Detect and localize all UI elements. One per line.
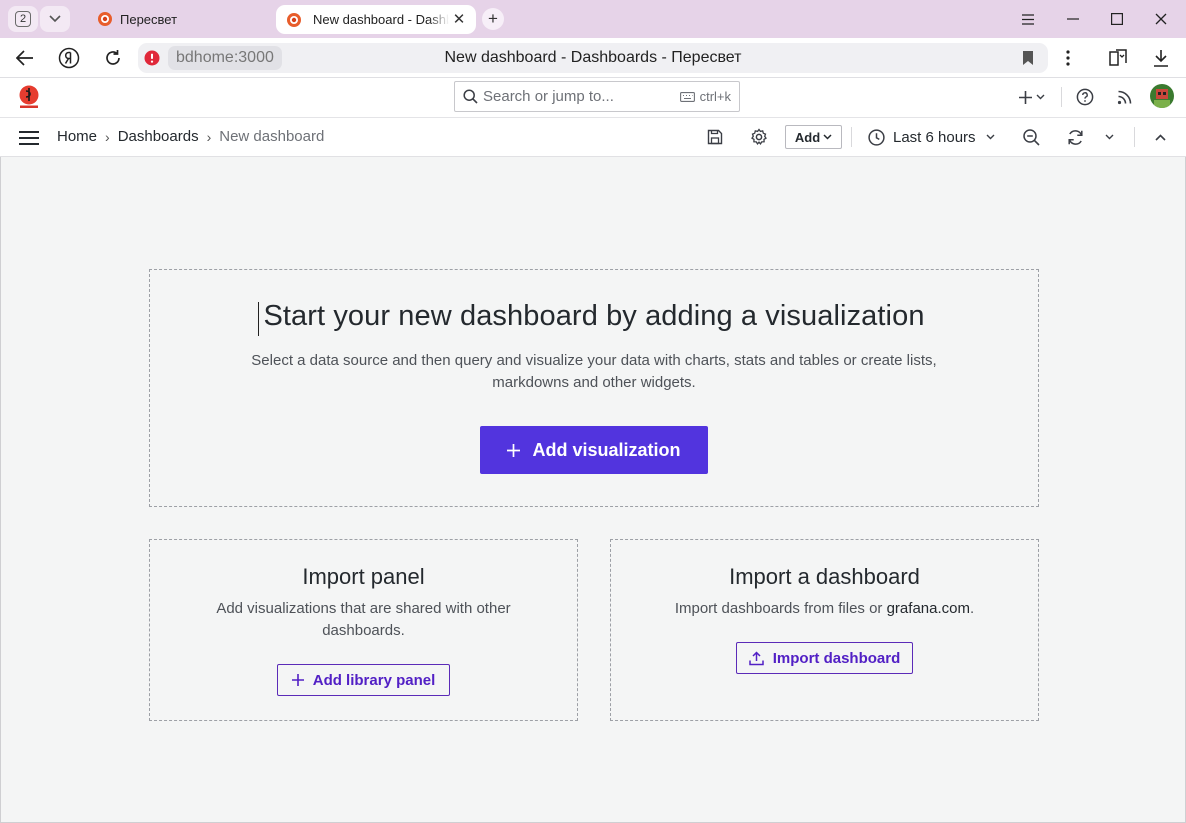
refresh-interval-chevron-icon[interactable] [1099, 127, 1119, 147]
download-icon[interactable] [1149, 46, 1173, 70]
chevron-down-icon [49, 15, 61, 23]
browser-toolbar: bdhome:3000 New dashboard - Dashboards -… [0, 38, 1186, 78]
tab-list-dropdown[interactable] [40, 6, 70, 32]
empty-state-description: Select a data source and then query and … [251, 352, 937, 391]
maximize-icon[interactable] [1106, 8, 1128, 30]
minimize-icon[interactable] [1062, 8, 1084, 30]
avatar[interactable] [1150, 84, 1174, 108]
browser-tab-strip: 2 Пересвет New dashboard - Dashboards - … [0, 0, 1186, 38]
time-range-label: Last 6 hours [893, 128, 976, 146]
more-options-icon[interactable] [1056, 46, 1080, 70]
add-panel-button[interactable]: Add [785, 125, 842, 149]
refresh-icon[interactable] [1065, 127, 1085, 147]
breadcrumb-separator: › [206, 129, 212, 145]
upload-icon [748, 650, 764, 665]
breadcrumb-separator: › [105, 129, 110, 145]
chevron-down-icon [1036, 94, 1045, 100]
browser-menu-icon[interactable] [1017, 8, 1039, 30]
reload-icon[interactable] [101, 46, 125, 70]
import-panel-title: Import panel [302, 564, 425, 589]
window-close-icon[interactable] [1150, 8, 1172, 30]
search-shortcut: ctrl+k [679, 82, 731, 112]
import-dashboard-button[interactable]: Import dashboard [736, 642, 913, 674]
dashboard-toolbar: Home › Dashboards › New dashboard Add La… [0, 118, 1186, 157]
hamburger-menu-icon[interactable] [18, 127, 40, 149]
tab-counter-button[interactable]: 2 [8, 6, 38, 32]
import-panel-description: Add visualizations that are shared with … [216, 600, 511, 639]
plus-icon [1019, 90, 1032, 104]
import-description-suffix: . [969, 600, 975, 617]
collections-icon[interactable] [1106, 46, 1130, 70]
news-feed-icon[interactable] [1115, 86, 1135, 108]
breadcrumb: Home › Dashboards › New dashboard [57, 118, 324, 156]
collapse-chevron-up-icon[interactable] [1150, 127, 1170, 147]
browser-tab-active[interactable]: New dashboard - Dashboards - Пересвет ✕ [276, 5, 476, 34]
grafana-com-link[interactable]: grafana.com [887, 600, 970, 617]
import-dashboard-label: Import dashboard [772, 649, 901, 667]
add-library-panel-label: Add library panel [312, 671, 436, 689]
import-dashboard-description: Import dashboards from files or grafana.… [651, 598, 998, 620]
breadcrumb-home[interactable]: Home [57, 118, 97, 156]
bookmark-icon[interactable] [1022, 50, 1034, 66]
organization-logo-icon[interactable] [17, 85, 41, 109]
search-placeholder: Search or jump to... [483, 88, 614, 105]
zoom-out-icon[interactable] [1021, 127, 1041, 147]
back-arrow-icon[interactable] [13, 46, 37, 70]
breadcrumb-dashboards[interactable]: Dashboards [118, 118, 199, 156]
divider [851, 127, 852, 147]
url-page-title: New dashboard - Dashboards - Пересвет [444, 49, 742, 66]
tab-count: 2 [15, 11, 31, 27]
empty-dashboard-panel: Start your new dashboard by adding a vis… [149, 269, 1039, 507]
empty-state-title: Start your new dashboard by adding a vis… [263, 300, 925, 332]
import-dashboard-card: Import a dashboard Import dashboards fro… [610, 539, 1039, 721]
chevron-down-icon [986, 134, 995, 140]
grafana-logo-icon [287, 12, 301, 27]
tab-title: Пересвет [120, 12, 178, 27]
keyboard-icon [679, 92, 695, 102]
browser-tab[interactable]: Пересвет [78, 5, 272, 34]
yandex-icon[interactable] [57, 46, 81, 70]
time-range-picker[interactable]: Last 6 hours [868, 118, 995, 156]
settings-gear-icon[interactable] [749, 127, 769, 147]
clock-icon [868, 128, 885, 146]
divider [1061, 87, 1062, 107]
search-bar[interactable]: Search or jump to... ctrl+k [454, 81, 740, 112]
add-library-panel-button[interactable]: Add library panel [277, 664, 450, 696]
shortcut-text: ctrl+k [699, 89, 731, 104]
help-icon[interactable] [1075, 86, 1095, 108]
divider [1134, 127, 1135, 147]
address-bar[interactable]: bdhome:3000 New dashboard - Dashboards -… [138, 43, 1048, 73]
chevron-down-icon [823, 134, 832, 140]
add-button-label: Add [794, 129, 821, 145]
grafana-top-nav: Search or jump to... ctrl+k [0, 78, 1186, 118]
plus-icon [291, 674, 304, 686]
breadcrumb-current: New dashboard [219, 128, 325, 145]
dashboard-canvas: Start your new dashboard by adding a vis… [0, 157, 1186, 823]
import-panel-card: Import panel Add visualizations that are… [149, 539, 578, 721]
import-dashboard-title: Import a dashboard [729, 564, 920, 589]
new-tab-button[interactable]: + [482, 8, 504, 30]
save-icon[interactable] [705, 127, 725, 147]
add-visualization-button[interactable]: Add visualization [480, 426, 708, 474]
import-description-text: Import dashboards from files or [674, 600, 887, 617]
tab-title: New dashboard - Dashboards - Пересвет [313, 12, 449, 27]
add-visualization-label: Add visualization [532, 439, 681, 460]
plus-icon [507, 443, 521, 457]
new-item-button[interactable] [1015, 86, 1049, 108]
close-icon[interactable]: ✕ [450, 10, 468, 28]
search-icon [463, 89, 478, 104]
grafana-logo-icon [98, 12, 112, 26]
